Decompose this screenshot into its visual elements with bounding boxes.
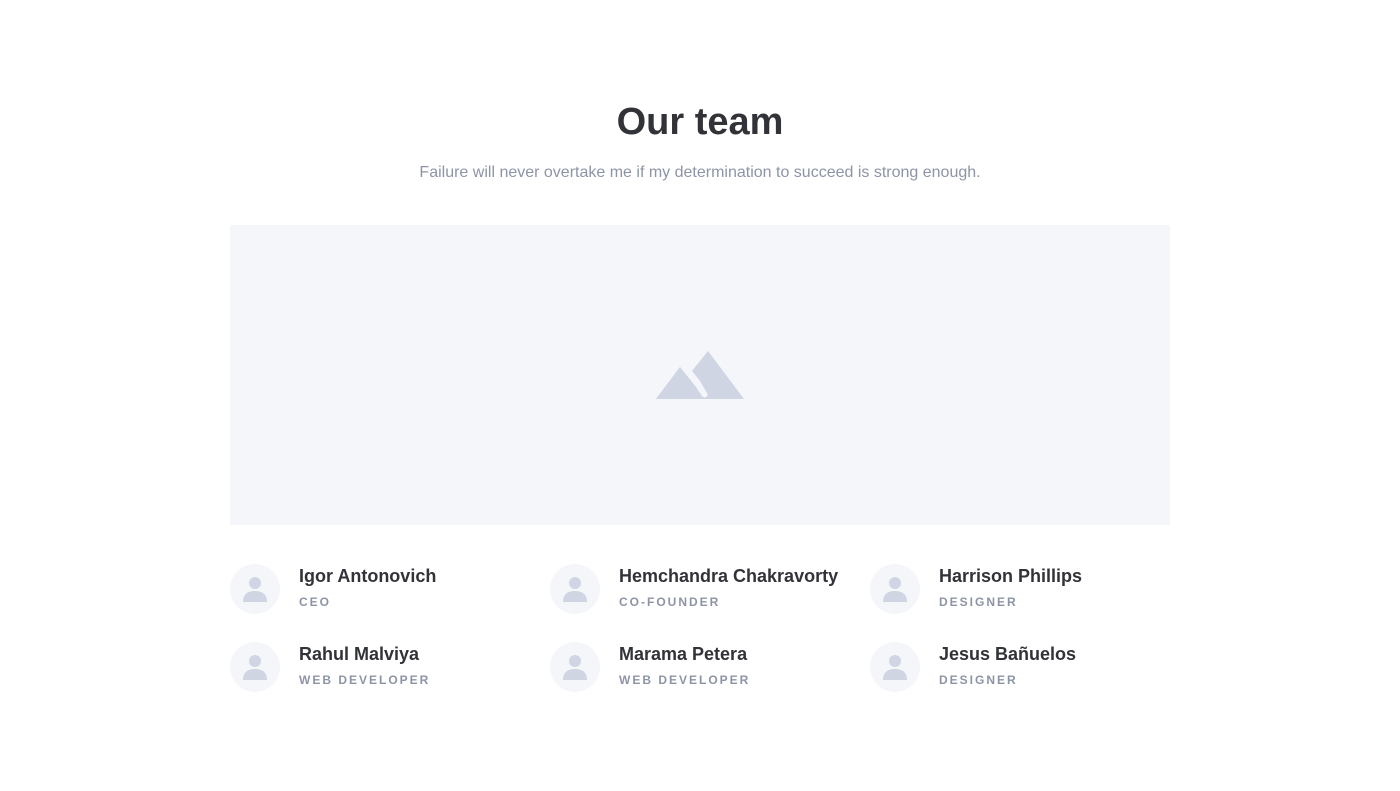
avatar bbox=[870, 642, 920, 692]
mountain-image-placeholder-icon bbox=[656, 351, 744, 399]
team-member-card: Igor Antonovich CEO bbox=[230, 564, 530, 614]
team-member-card: Rahul Malviya WEB DEVELOPER bbox=[230, 642, 530, 692]
section-subtitle: Failure will never overtake me if my det… bbox=[419, 164, 981, 181]
user-icon bbox=[563, 577, 587, 602]
member-role: WEB DEVELOPER bbox=[619, 673, 751, 687]
member-role: WEB DEVELOPER bbox=[299, 673, 431, 687]
user-icon bbox=[243, 655, 267, 680]
member-role: DESIGNER bbox=[939, 595, 1018, 609]
avatar bbox=[550, 642, 600, 692]
user-icon bbox=[883, 655, 907, 680]
team-member-card: Jesus Bañuelos DESIGNER bbox=[870, 642, 1170, 692]
avatar bbox=[550, 564, 600, 614]
team-member-card: Marama Petera WEB DEVELOPER bbox=[550, 642, 850, 692]
member-name: Harrison Phillips bbox=[939, 566, 1083, 586]
section-title: Our team bbox=[616, 101, 784, 143]
user-icon bbox=[883, 577, 907, 602]
member-role: CEO bbox=[299, 595, 332, 609]
avatar bbox=[230, 642, 280, 692]
member-name: Marama Petera bbox=[619, 644, 748, 664]
member-name: Rahul Malviya bbox=[299, 644, 420, 664]
team-member-card: Hemchandra Chakravorty CO-FOUNDER bbox=[550, 564, 850, 614]
avatar bbox=[230, 564, 280, 614]
member-name: Jesus Bañuelos bbox=[939, 644, 1077, 664]
member-role: CO-FOUNDER bbox=[619, 595, 721, 609]
team-image-placeholder bbox=[230, 225, 1170, 525]
member-role: DESIGNER bbox=[939, 673, 1018, 687]
user-icon bbox=[243, 577, 267, 602]
member-name: Hemchandra Chakravorty bbox=[619, 566, 839, 586]
user-icon bbox=[563, 655, 587, 680]
team-member-card: Harrison Phillips DESIGNER bbox=[870, 564, 1170, 614]
team-section: Our team Failure will never overtake me … bbox=[230, 0, 1170, 791]
member-name: Igor Antonovich bbox=[299, 566, 437, 586]
avatar bbox=[870, 564, 920, 614]
